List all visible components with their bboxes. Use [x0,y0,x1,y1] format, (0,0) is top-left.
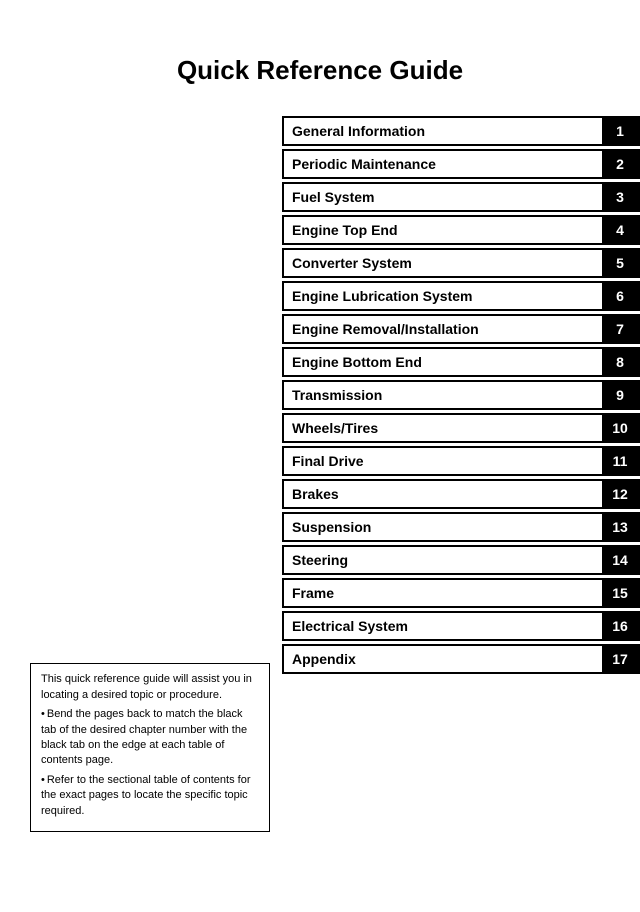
toc-item-label: Appendix [284,646,602,672]
toc-item[interactable]: Final Drive11 [282,446,640,476]
toc-item-label: Periodic Maintenance [284,151,602,177]
toc-item[interactable]: Appendix17 [282,644,640,674]
toc-item-number: 2 [602,151,638,177]
toc-item-number: 9 [602,382,638,408]
toc-item[interactable]: Engine Bottom End8 [282,347,640,377]
toc-item[interactable]: Fuel System3 [282,182,640,212]
toc-item-number: 15 [602,580,638,606]
toc-item-label: Engine Lubrication System [284,283,602,309]
toc-item-number: 16 [602,613,638,639]
note-bullet: Bend the pages back to match the black t… [41,707,259,769]
toc-item-number: 4 [602,217,638,243]
toc-item[interactable]: Brakes12 [282,479,640,509]
toc-item[interactable]: Engine Top End4 [282,215,640,245]
toc-item-label: Final Drive [284,448,602,474]
toc-item-number: 13 [602,514,638,540]
toc-item-number: 8 [602,349,638,375]
note-box: This quick reference guide will assist y… [30,663,270,832]
toc-item-number: 7 [602,316,638,342]
toc-item-number: 14 [602,547,638,573]
toc-item-label: Engine Removal/Installation [284,316,602,342]
toc-item-label: Electrical System [284,613,602,639]
toc-item-label: Suspension [284,514,602,540]
toc-item-number: 17 [602,646,638,672]
toc-item-number: 5 [602,250,638,276]
note-bullets: Bend the pages back to match the black t… [41,707,259,819]
toc-item[interactable]: Engine Removal/Installation7 [282,314,640,344]
toc-item[interactable]: Suspension13 [282,512,640,542]
toc-item-label: Fuel System [284,184,602,210]
note-bullet: Refer to the sectional table of contents… [41,773,259,819]
toc-item-number: 11 [602,448,638,474]
toc-item-label: Steering [284,547,602,573]
toc-item[interactable]: Converter System5 [282,248,640,278]
toc-item-label: Engine Bottom End [284,349,602,375]
toc-item-number: 3 [602,184,638,210]
toc-item-label: Converter System [284,250,602,276]
toc-item-number: 12 [602,481,638,507]
toc-item[interactable]: Engine Lubrication System6 [282,281,640,311]
toc-item[interactable]: Steering14 [282,545,640,575]
toc-item-number: 10 [602,415,638,441]
toc-item[interactable]: Periodic Maintenance2 [282,149,640,179]
toc-item[interactable]: Frame15 [282,578,640,608]
toc-item[interactable]: Electrical System16 [282,611,640,641]
toc-item-label: Brakes [284,481,602,507]
toc-list: General Information1Periodic Maintenance… [280,116,640,677]
toc-item-number: 1 [602,118,638,144]
toc-item[interactable]: Wheels/Tires10 [282,413,640,443]
toc-item[interactable]: General Information1 [282,116,640,146]
toc-item-label: Frame [284,580,602,606]
toc-item-label: General Information [284,118,602,144]
toc-item-label: Wheels/Tires [284,415,602,441]
page-title: Quick Reference Guide [0,0,640,116]
toc-item-number: 6 [602,283,638,309]
note-intro: This quick reference guide will assist y… [41,672,259,703]
toc-item-label: Transmission [284,382,602,408]
toc-item-label: Engine Top End [284,217,602,243]
toc-item[interactable]: Transmission9 [282,380,640,410]
